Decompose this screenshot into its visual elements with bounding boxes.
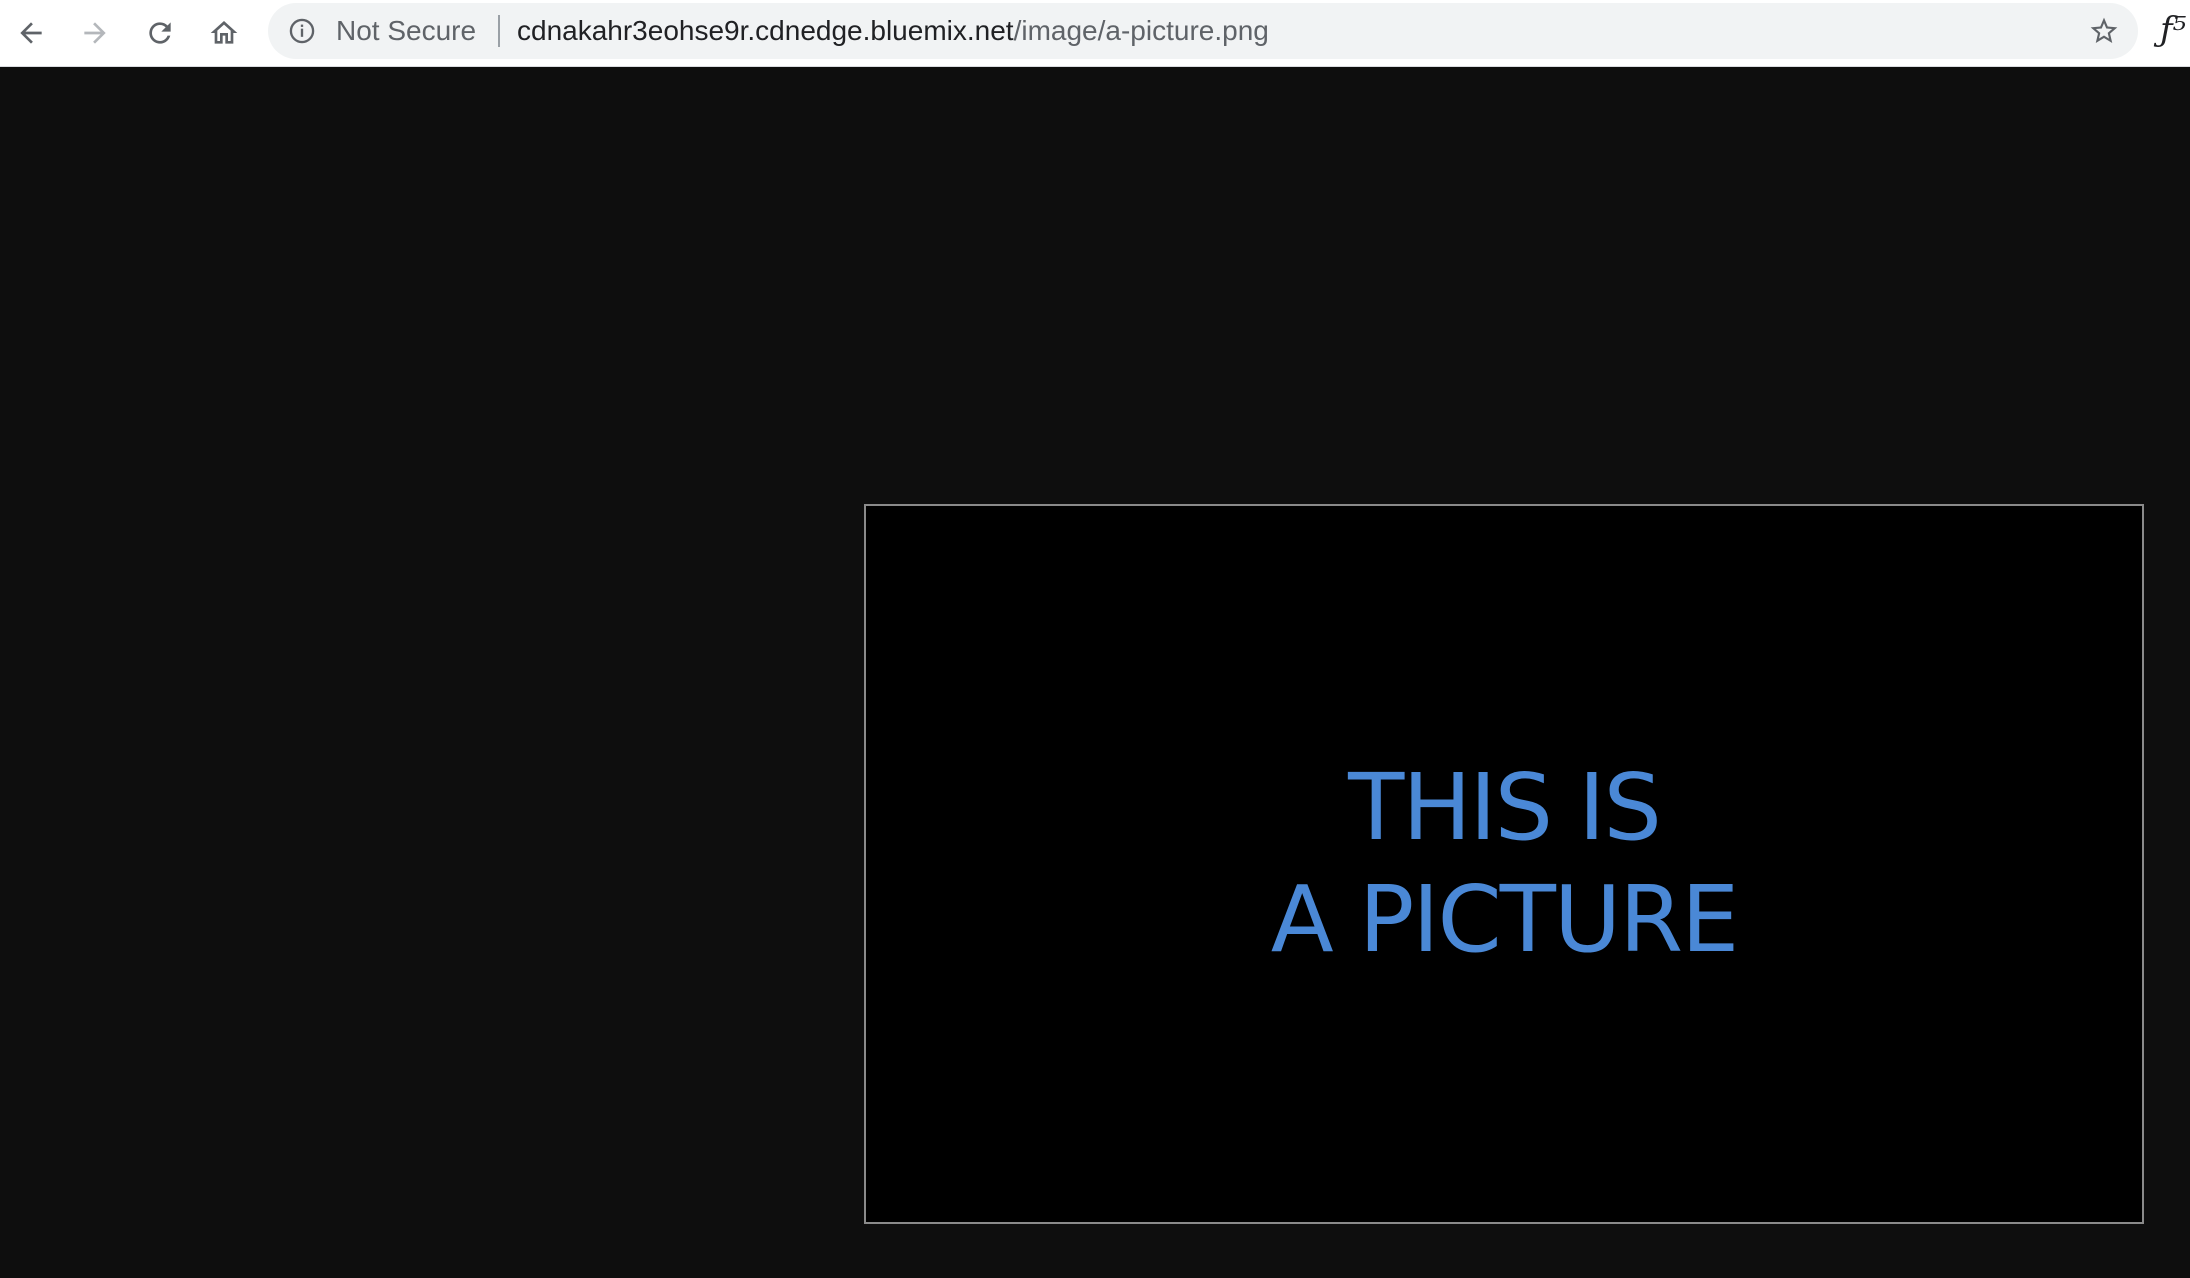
url-path: /image/a-picture.png: [1013, 15, 1269, 46]
back-button[interactable]: [8, 10, 54, 56]
displayed-image: THIS IS A PICTURE: [864, 504, 2144, 1224]
extension-icon[interactable]: ƒ⁵: [2160, 10, 2186, 50]
url-host: cdnakahr3eohse9r.cdnedge.bluemix.net: [517, 15, 1014, 46]
star-icon[interactable]: [2088, 15, 2120, 47]
security-status-label[interactable]: Not Secure: [336, 16, 476, 46]
omnibox-divider: [498, 15, 500, 47]
info-icon[interactable]: [288, 17, 316, 45]
forward-button[interactable]: [72, 10, 118, 56]
url-text[interactable]: cdnakahr3eohse9r.cdnedge.bluemix.net/ima…: [517, 16, 1269, 46]
reload-button[interactable]: [137, 10, 183, 56]
image-text-line-1: THIS IS: [1348, 754, 1662, 861]
arrow-left-icon: [20, 22, 42, 44]
home-button[interactable]: [201, 10, 247, 56]
address-bar[interactable]: Not Secure cdnakahr3eohse9r.cdnedge.blue…: [268, 3, 2138, 59]
image-text-line-2: A PICTURE: [1270, 866, 1740, 973]
image-caption: THIS IS A PICTURE: [1270, 752, 1740, 976]
page-viewport: THIS IS A PICTURE: [0, 67, 2190, 1278]
reload-icon: [149, 22, 171, 44]
arrow-right-icon: [84, 22, 106, 44]
browser-toolbar: Not Secure cdnakahr3eohse9r.cdnedge.blue…: [0, 0, 2190, 67]
home-icon: [210, 21, 238, 44]
